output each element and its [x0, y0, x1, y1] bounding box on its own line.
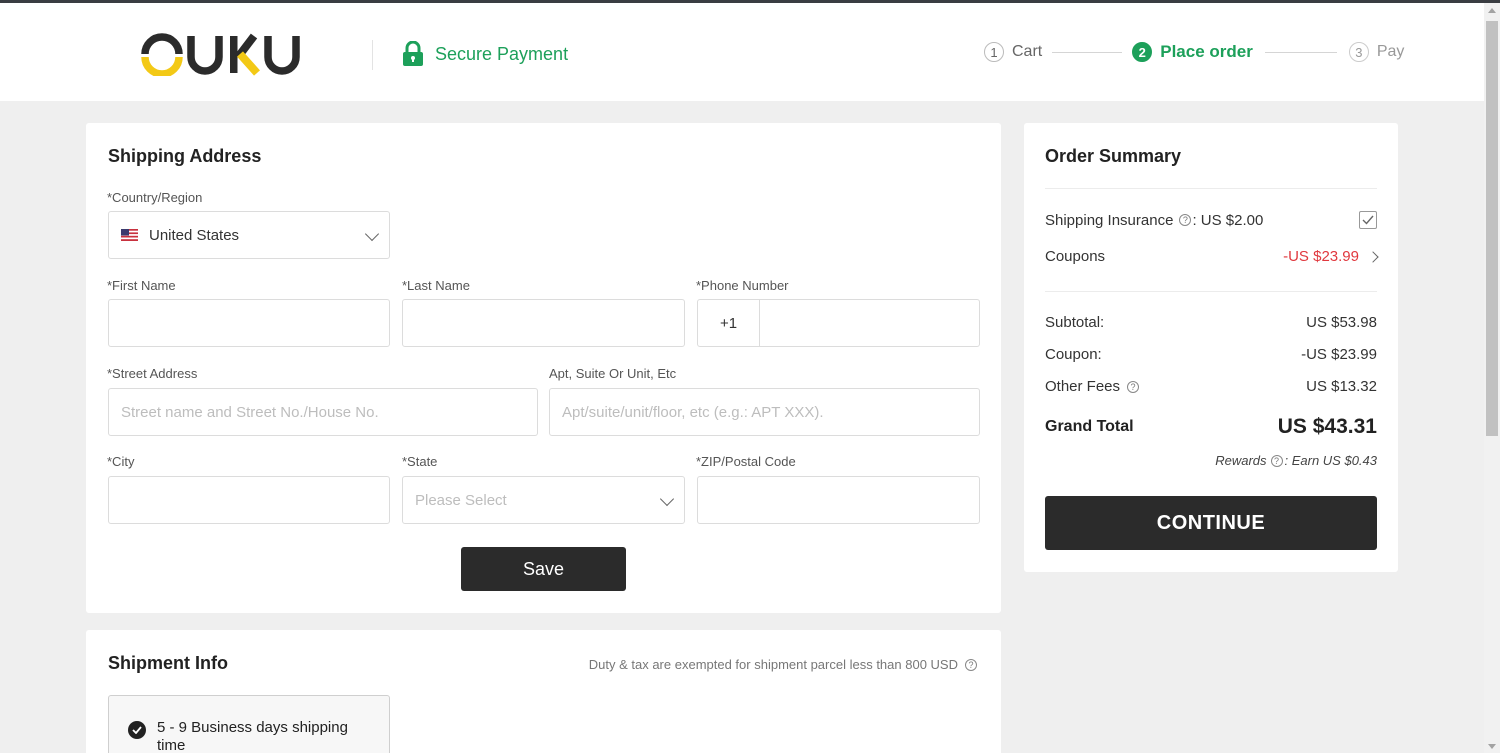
header-divider: [372, 40, 373, 70]
help-icon[interactable]: ?: [1270, 454, 1283, 467]
step-cart[interactable]: 1 Cart: [984, 42, 1042, 62]
step-number: 2: [1132, 42, 1153, 62]
divider: [1045, 291, 1377, 292]
step-label: Place order: [1160, 42, 1253, 61]
checkout-steps: 1 Cart 2 Place order 3 Pay: [984, 42, 1404, 62]
lock-icon: [403, 41, 423, 66]
apt-label: Apt, Suite Or Unit, Etc: [549, 366, 677, 381]
step-label: Cart: [1012, 43, 1043, 60]
scrollbar-thumb[interactable]: [1486, 21, 1498, 436]
country-label: *Country/Region: [107, 190, 203, 205]
check-circle-icon: [128, 721, 146, 739]
grand-total-value: US $43.31: [1277, 415, 1377, 438]
shipping-insurance-row: Shipping Insurance ? : US $2.00: [1045, 211, 1377, 229]
coupon-value: -US $23.99: [1301, 346, 1377, 363]
shipping-address-card: Shipping Address *Country/Region United …: [86, 123, 1001, 613]
street-label: *Street Address: [107, 366, 198, 381]
step-pay: 3 Pay: [1348, 42, 1405, 62]
subtotal-row: Subtotal: US $53.98: [1045, 314, 1377, 331]
ouku-logo[interactable]: [140, 32, 300, 76]
chevron-down-icon: [659, 491, 675, 507]
shipping-address-title: Shipping Address: [108, 146, 262, 166]
coupons-label: Coupons: [1045, 248, 1106, 265]
help-icon[interactable]: ?: [965, 658, 977, 671]
chevron-right-icon: [1367, 250, 1379, 263]
insurance-value: : US $2.00: [1192, 211, 1264, 229]
step-connector: [1264, 51, 1337, 53]
city-field[interactable]: [108, 476, 390, 524]
zip-field[interactable]: [697, 476, 980, 524]
other-fees-row: Other Fees ? US $13.32: [1045, 378, 1377, 395]
save-button[interactable]: Save: [461, 547, 626, 591]
phone-prefix[interactable]: +1: [698, 300, 760, 346]
country-select[interactable]: United States: [108, 211, 390, 259]
step-place-order: 2 Place order: [1132, 42, 1253, 62]
phone-label: *Phone Number: [696, 278, 789, 293]
duty-note-text: Duty & tax are exempted for shipment par…: [588, 657, 958, 672]
grand-total-row: Grand Total US $43.31: [1045, 415, 1377, 439]
shipping-option-label: 5 - 9 Business days shipping time: [157, 719, 348, 753]
insurance-checkbox[interactable]: [1359, 211, 1377, 229]
first-name-label: *First Name: [107, 278, 176, 293]
rewards-info: Rewards ? : Earn US $0.43: [1215, 453, 1377, 468]
other-fees-label: Other Fees: [1045, 378, 1121, 395]
shipping-option[interactable]: 5 - 9 Business days shipping time: [108, 695, 390, 753]
scroll-down-icon[interactable]: [1488, 744, 1496, 749]
street-field[interactable]: Street name and Street No./House No.: [108, 388, 538, 436]
step-number: 3: [1348, 42, 1369, 62]
coupon-label: Coupon:: [1045, 346, 1102, 363]
coupons-value: -US $23.99: [1283, 248, 1379, 265]
us-flag-icon: [121, 229, 138, 241]
secure-payment: Secure Payment: [402, 41, 568, 67]
subtotal-label: Subtotal:: [1045, 314, 1105, 331]
phone-field[interactable]: +1: [697, 299, 980, 347]
coupons-row[interactable]: Coupons -US $23.99: [1045, 248, 1379, 265]
street-placeholder: Street name and Street No./House No.: [121, 403, 379, 421]
step-label: Pay: [1376, 43, 1405, 60]
scrollbar[interactable]: [1484, 3, 1500, 753]
coupons-amount: -US $23.99: [1283, 248, 1359, 265]
first-name-field[interactable]: [108, 299, 390, 347]
apt-placeholder: Apt/suite/unit/floor, etc (e.g.: APT XXX…: [562, 403, 824, 421]
rewards-value: : Earn US $0.43: [1284, 453, 1378, 468]
step-connector: [1052, 51, 1123, 53]
insurance-label: Shipping Insurance: [1045, 211, 1174, 229]
subtotal-value: US $53.98: [1306, 314, 1377, 331]
secure-payment-label: Secure Payment: [435, 43, 569, 64]
shipment-info-title: Shipment Info: [108, 653, 228, 673]
chevron-down-icon: [364, 226, 380, 242]
state-label: *State: [402, 454, 438, 469]
order-summary-card: Order Summary Shipping Insurance ? : US …: [1024, 123, 1398, 572]
zip-label: *ZIP/Postal Code: [696, 454, 796, 469]
last-name-label: *Last Name: [402, 278, 470, 293]
divider: [1045, 188, 1377, 189]
shipment-info-card: Shipment Info Duty & tax are exempted fo…: [86, 630, 1001, 753]
apt-field[interactable]: Apt/suite/unit/floor, etc (e.g.: APT XXX…: [549, 388, 980, 436]
state-placeholder: Please Select: [415, 491, 507, 509]
scroll-up-icon[interactable]: [1488, 8, 1496, 13]
city-label: *City: [107, 454, 135, 469]
duty-note: Duty & tax are exempted for shipment par…: [589, 657, 977, 672]
coupon-row: Coupon: -US $23.99: [1045, 346, 1377, 363]
continue-button[interactable]: CONTINUE: [1045, 496, 1377, 550]
help-icon[interactable]: ?: [1127, 380, 1140, 393]
state-select[interactable]: Please Select: [402, 476, 685, 524]
header: Secure Payment 1 Cart 2 Place order 3 Pa…: [0, 3, 1484, 101]
last-name-field[interactable]: [402, 299, 685, 347]
step-number: 1: [984, 42, 1004, 62]
rewards-label: Rewards: [1215, 453, 1267, 468]
order-summary-title: Order Summary: [1045, 146, 1182, 166]
other-fees-value: US $13.32: [1306, 378, 1377, 395]
grand-total-label: Grand Total: [1045, 418, 1134, 435]
country-value: United States: [149, 226, 240, 244]
help-icon[interactable]: ?: [1179, 214, 1192, 226]
